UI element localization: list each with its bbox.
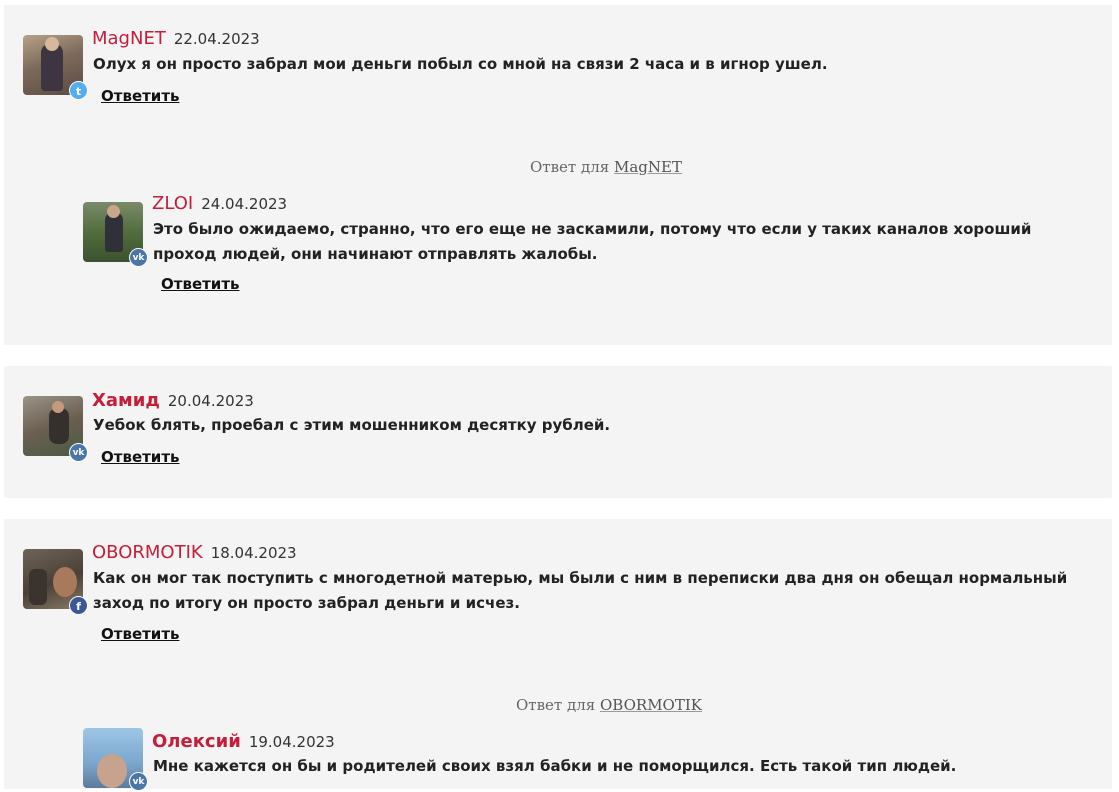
answer-to-prefix: Ответ для xyxy=(530,158,610,176)
reply-button[interactable]: Ответить xyxy=(101,87,180,105)
facebook-icon[interactable]: f xyxy=(69,596,88,615)
reply-button[interactable]: Ответить xyxy=(101,625,180,643)
reply-button[interactable]: Ответить xyxy=(161,275,240,293)
comment-text: Мне кажется он бы и родителей своих взял… xyxy=(153,757,957,775)
comment-author[interactable]: OBORMOTIK xyxy=(92,542,203,563)
comment-date: 18.04.2023 xyxy=(210,544,297,562)
answer-to-prefix: Ответ для xyxy=(516,696,596,714)
comment-date: 20.04.2023 xyxy=(167,392,254,410)
comment-text: Это было ожидаемо, странно, что его еще … xyxy=(153,220,1032,263)
vk-icon[interactable]: vk xyxy=(129,772,148,791)
comment-text: Как он мог так поступить с многодетной м… xyxy=(93,569,1068,612)
comment-author[interactable]: Хамид xyxy=(92,390,160,411)
comment-text: Уебок блять, проебал с этим мошенником д… xyxy=(93,416,611,434)
comment-text: Олух я он просто забрал мои деньги побыл… xyxy=(93,55,828,73)
answer-to-link[interactable]: MagNET xyxy=(614,158,682,176)
twitter-icon[interactable]: t xyxy=(69,81,88,100)
comment-author[interactable]: MagNET xyxy=(92,28,166,49)
answer-to-link[interactable]: OBORMOTIK xyxy=(600,696,702,714)
answer-to: Ответ для MagNET xyxy=(530,158,682,176)
answer-to: Ответ для OBORMOTIK xyxy=(516,696,702,714)
vk-icon[interactable]: vk xyxy=(69,443,88,462)
reply-button[interactable]: Ответить xyxy=(101,448,180,466)
comment-author[interactable]: Олексий xyxy=(152,731,241,752)
comment-date: 19.04.2023 xyxy=(248,733,335,751)
vk-icon[interactable]: vk xyxy=(129,248,148,267)
comment-date: 24.04.2023 xyxy=(201,195,288,213)
comment-author[interactable]: ZLOI xyxy=(152,193,193,214)
comment-date: 22.04.2023 xyxy=(173,30,260,48)
